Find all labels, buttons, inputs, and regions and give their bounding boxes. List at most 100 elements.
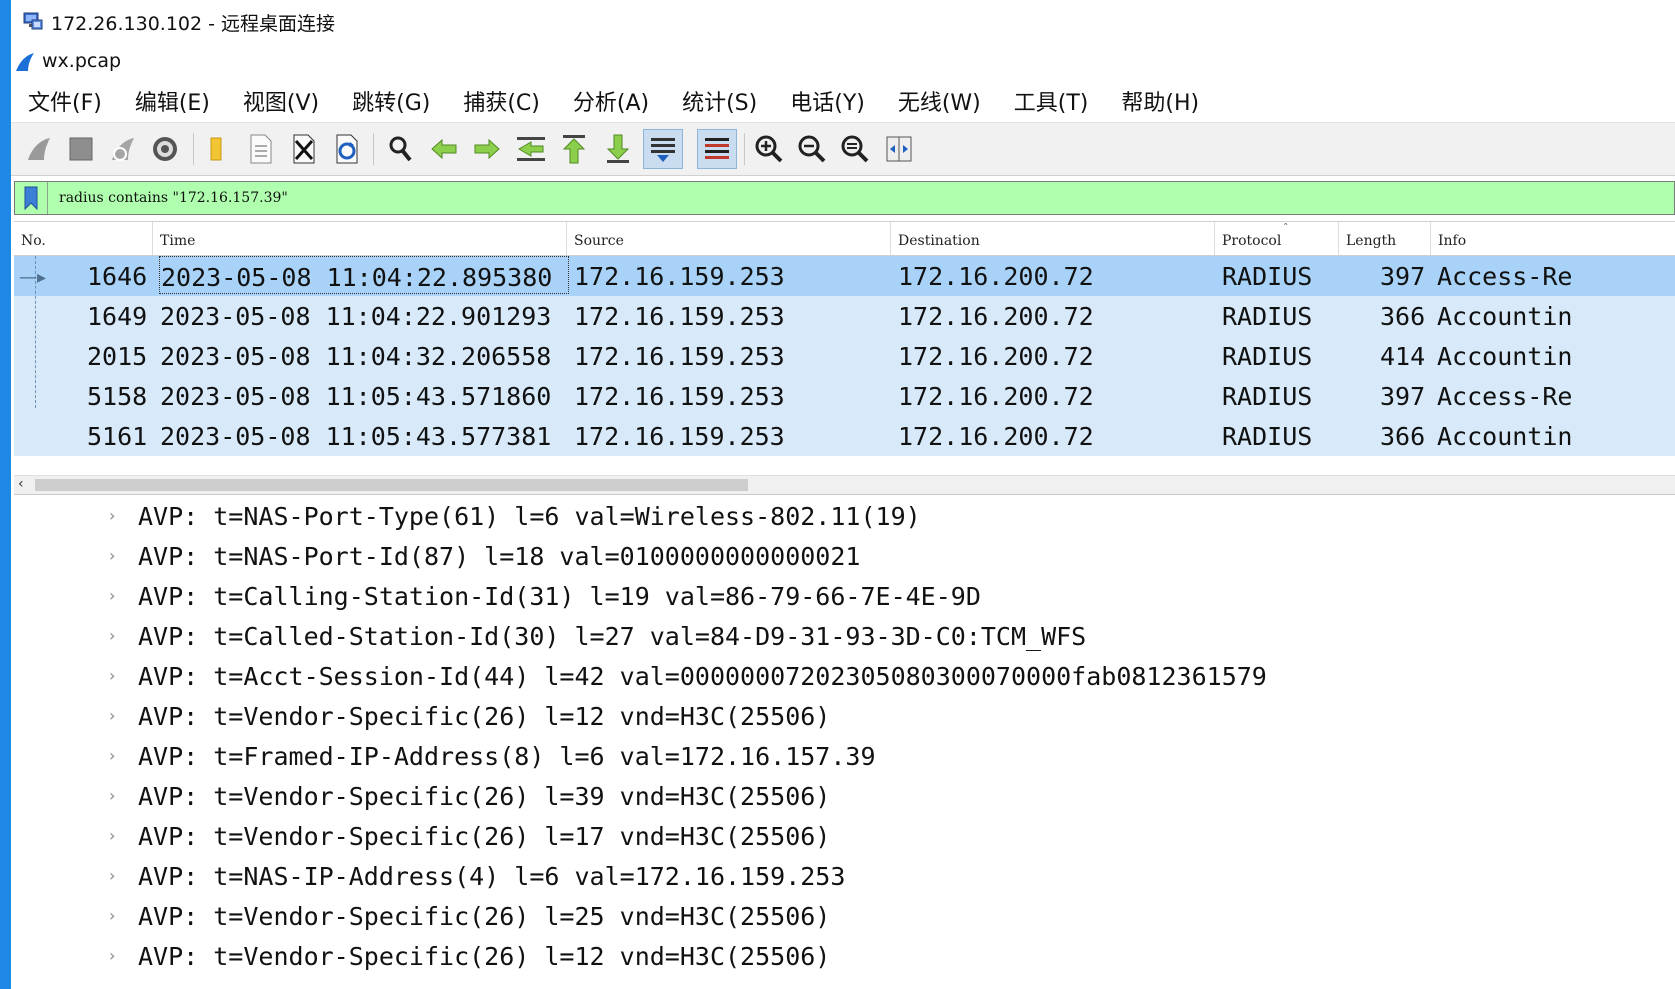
find-packet-icon[interactable] xyxy=(381,129,421,169)
expand-chevron-icon[interactable]: › xyxy=(109,626,115,645)
menu-analyze[interactable]: 分析(A) xyxy=(573,85,649,117)
avp-tree-item[interactable]: › AVP: t=NAS-Port-Id(87) l=18 val=0100000… xyxy=(14,537,1675,577)
zoom-in-icon[interactable] xyxy=(749,129,789,169)
avp-text: AVP: t=Vendor-Specific(26) l=12 vnd=H3C(… xyxy=(138,702,831,731)
column-header-destination[interactable]: Destination xyxy=(891,222,1215,255)
cell-info: Accountin xyxy=(1437,302,1573,331)
resize-columns-icon[interactable] xyxy=(879,129,919,169)
app-title-bar: wx.pcap xyxy=(11,42,1675,80)
desktop-edge-strip xyxy=(0,0,11,989)
expand-chevron-icon[interactable]: › xyxy=(109,866,115,885)
toolbar-separator xyxy=(373,133,374,165)
autoscroll-icon[interactable] xyxy=(643,129,683,169)
packet-row[interactable]: 1649 2023-05-08 11:04:22.901293 172.16.1… xyxy=(14,296,1675,336)
avp-text: AVP: t=Vendor-Specific(26) l=17 vnd=H3C(… xyxy=(138,822,831,851)
expand-chevron-icon[interactable]: › xyxy=(109,906,115,925)
wireshark-fin-icon xyxy=(16,53,34,71)
menu-tools[interactable]: 工具(T) xyxy=(1014,85,1089,117)
avp-tree-item[interactable]: › AVP: t=Acct-Session-Id(44) l=42 val=000… xyxy=(14,657,1675,697)
expand-chevron-icon[interactable]: › xyxy=(109,746,115,765)
column-header-time[interactable]: Time xyxy=(153,222,567,255)
packet-row[interactable]: 2015 2023-05-08 11:04:32.206558 172.16.1… xyxy=(14,336,1675,376)
avp-tree-item[interactable]: › AVP: t=NAS-Port-Type(61) l=6 val=Wirele… xyxy=(14,497,1675,537)
scrollbar-thumb[interactable] xyxy=(35,479,748,491)
avp-text: AVP: t=Acct-Session-Id(44) l=42 val=0000… xyxy=(138,662,1267,691)
menu-help[interactable]: 帮助(H) xyxy=(1121,85,1199,117)
packet-list: No. Time Source Destination ˆ Protocol L… xyxy=(14,221,1675,498)
cell-no: 5158 xyxy=(87,382,148,411)
cell-no: 1649 xyxy=(87,302,148,331)
avp-tree-item[interactable]: › AVP: t=Vendor-Specific(26) l=39 vnd=H3C… xyxy=(14,777,1675,817)
go-last-icon[interactable] xyxy=(598,129,638,169)
restart-fin-icon[interactable] xyxy=(103,129,143,169)
cell-protocol: RADIUS xyxy=(1222,422,1313,451)
colorize-icon[interactable] xyxy=(697,129,737,169)
shark-fin-start-icon[interactable] xyxy=(19,129,59,169)
open-folder-icon[interactable] xyxy=(197,129,237,169)
expand-chevron-icon[interactable]: › xyxy=(109,786,115,805)
go-back-icon[interactable] xyxy=(424,129,464,169)
column-header-protocol[interactable]: ˆ Protocol xyxy=(1215,222,1339,255)
expand-chevron-icon[interactable]: › xyxy=(109,946,115,965)
display-filter-input[interactable]: radius contains "172.16.157.39" xyxy=(14,181,1675,215)
menu-file[interactable]: 文件(F) xyxy=(28,85,102,117)
packet-row[interactable]: 5158 2023-05-08 11:05:43.571860 172.16.1… xyxy=(14,376,1675,416)
expand-chevron-icon[interactable]: › xyxy=(109,706,115,725)
packet-list-header: No. Time Source Destination ˆ Protocol L… xyxy=(14,222,1675,256)
avp-text: AVP: t=Called-Station-Id(30) l=27 val=84… xyxy=(138,622,1087,651)
menu-go[interactable]: 跳转(G) xyxy=(352,85,430,117)
toolbar-separator xyxy=(744,133,745,165)
filter-bookmark-icon[interactable] xyxy=(15,182,48,214)
cell-destination: 172.16.200.72 xyxy=(898,342,1094,371)
remote-desktop-icon xyxy=(23,12,43,30)
avp-tree-item[interactable]: › AVP: t=Vendor-Specific(26) l=12 vnd=H3C… xyxy=(14,937,1675,977)
avp-tree-item[interactable]: › AVP: t=Vendor-Specific(26) l=12 vnd=H3C… xyxy=(14,697,1675,737)
column-header-source[interactable]: Source xyxy=(567,222,891,255)
menu-telephony[interactable]: 电话(Y) xyxy=(790,85,865,117)
zoom-normal-icon[interactable] xyxy=(835,129,875,169)
zoom-out-icon[interactable] xyxy=(792,129,832,169)
avp-text: AVP: t=Vendor-Specific(26) l=39 vnd=H3C(… xyxy=(138,782,831,811)
cell-source: 172.16.159.253 xyxy=(574,342,785,371)
menu-edit[interactable]: 编辑(E) xyxy=(135,85,210,117)
menu-view[interactable]: 视图(V) xyxy=(243,85,319,117)
go-first-icon[interactable] xyxy=(554,129,594,169)
menu-bar: 文件(F) 编辑(E) 视图(V) 跳转(G) 捕获(C) 分析(A) 统计(S… xyxy=(11,80,1675,122)
expand-chevron-icon[interactable]: › xyxy=(109,586,115,605)
expand-chevron-icon[interactable]: › xyxy=(109,506,115,525)
avp-tree-item[interactable]: › AVP: t=Framed-IP-Address(8) l=6 val=172… xyxy=(14,737,1675,777)
packet-list-hscrollbar[interactable]: ‹ xyxy=(14,475,1675,495)
scroll-left-arrow-icon[interactable]: ‹ xyxy=(18,476,24,492)
packet-row-selected[interactable]: 1646 2023-05-08 11:04:22.895380 172.16.1… xyxy=(14,256,1675,296)
cell-info: Access-Re xyxy=(1437,382,1573,411)
avp-tree-item[interactable]: › AVP: t=Vendor-Specific(26) l=17 vnd=H3C… xyxy=(14,817,1675,857)
avp-text: AVP: t=NAS-IP-Address(4) l=6 val=172.16.… xyxy=(138,862,846,891)
rdp-title-bar: 172.26.130.102 - 远程桌面连接 xyxy=(11,0,1675,42)
avp-text: AVP: t=Vendor-Specific(26) l=12 vnd=H3C(… xyxy=(138,942,831,971)
close-file-icon[interactable] xyxy=(284,129,324,169)
expand-chevron-icon[interactable]: › xyxy=(109,826,115,845)
column-header-length[interactable]: Length xyxy=(1339,222,1431,255)
save-file-icon[interactable] xyxy=(241,129,281,169)
cell-no: 5161 xyxy=(87,422,148,451)
go-to-packet-icon[interactable] xyxy=(511,129,551,169)
stop-square-icon[interactable] xyxy=(61,129,101,169)
avp-tree-item[interactable]: › AVP: t=Calling-Station-Id(31) l=19 val=… xyxy=(14,577,1675,617)
capture-options-gear-icon[interactable] xyxy=(145,129,185,169)
menu-wireless[interactable]: 无线(W) xyxy=(898,85,981,117)
packet-row[interactable]: 5161 2023-05-08 11:05:43.577381 172.16.1… xyxy=(14,416,1675,456)
column-header-no[interactable]: No. xyxy=(14,222,153,255)
avp-tree-item[interactable]: › AVP: t=NAS-IP-Address(4) l=6 val=172.16… xyxy=(14,857,1675,897)
go-forward-icon[interactable] xyxy=(467,129,507,169)
reload-icon[interactable] xyxy=(327,129,367,169)
avp-tree-item[interactable]: › AVP: t=Vendor-Specific(26) l=25 vnd=H3C… xyxy=(14,897,1675,937)
avp-tree-item[interactable]: › AVP: t=Called-Station-Id(30) l=27 val=8… xyxy=(14,617,1675,657)
cell-info: Accountin xyxy=(1437,422,1573,451)
expand-chevron-icon[interactable]: › xyxy=(109,546,115,565)
menu-capture[interactable]: 捕获(C) xyxy=(463,85,540,117)
column-header-info[interactable]: Info xyxy=(1431,222,1675,255)
menu-statistics[interactable]: 统计(S) xyxy=(682,85,757,117)
expand-chevron-icon[interactable]: › xyxy=(109,666,115,685)
avp-text: AVP: t=NAS-Port-Id(87) l=18 val=01000000… xyxy=(138,542,861,571)
cell-length: 397 xyxy=(1380,262,1426,291)
